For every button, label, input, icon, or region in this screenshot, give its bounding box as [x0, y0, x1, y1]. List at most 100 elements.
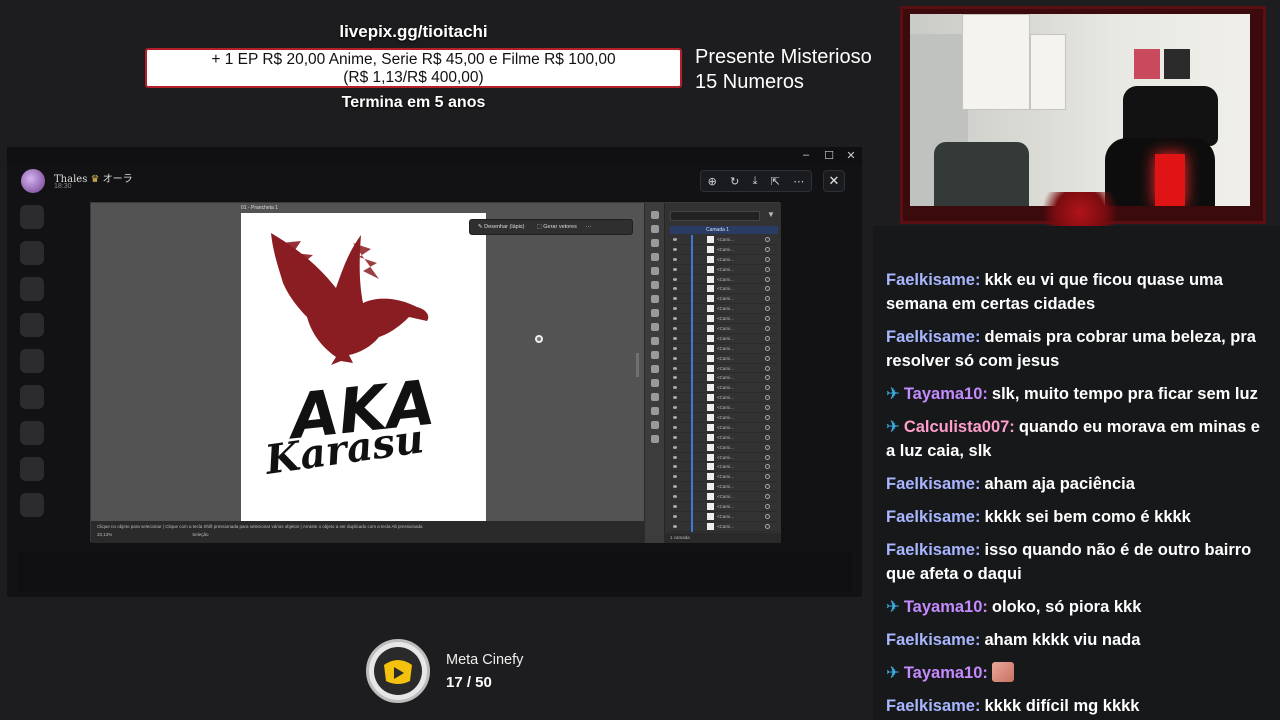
eye-icon[interactable] — [673, 267, 677, 271]
chat-username[interactable]: Tayama10: — [904, 598, 988, 616]
layer-group-header[interactable]: Camada 1 — [670, 226, 778, 234]
tool-icon[interactable] — [650, 225, 659, 233]
eye-icon[interactable] — [673, 406, 677, 410]
target-icon[interactable] — [765, 474, 770, 480]
eye-icon[interactable] — [673, 485, 677, 489]
server-icon[interactable] — [20, 493, 44, 517]
target-icon[interactable] — [765, 355, 770, 361]
target-icon[interactable] — [765, 316, 770, 322]
eye-icon[interactable] — [673, 425, 677, 429]
eye-icon[interactable] — [673, 386, 677, 390]
layer-row[interactable]: <Cami... — [670, 244, 778, 255]
layer-row[interactable]: <Cami... — [670, 363, 778, 374]
eye-icon[interactable] — [673, 396, 677, 400]
layer-row[interactable]: <Cami... — [670, 502, 778, 513]
chat-username[interactable]: Tayama10: — [904, 664, 988, 682]
eye-icon[interactable] — [673, 475, 677, 479]
layer-row[interactable]: <Cami... — [670, 511, 778, 522]
tool-icon[interactable] — [650, 211, 659, 219]
eye-icon[interactable] — [673, 356, 677, 360]
tool-icon[interactable] — [650, 393, 659, 401]
tool-icon[interactable] — [650, 281, 659, 289]
layer-row[interactable]: <Cami... — [670, 373, 778, 384]
minimize-icon[interactable]: – — [795, 149, 817, 161]
chat-username[interactable]: Faelkisame: — [886, 328, 980, 346]
target-icon[interactable] — [765, 405, 770, 411]
server-icon[interactable] — [20, 457, 44, 481]
target-icon[interactable] — [765, 375, 770, 381]
target-icon[interactable] — [765, 365, 770, 371]
eye-icon[interactable] — [673, 505, 677, 509]
avatar[interactable] — [21, 169, 45, 193]
server-icon[interactable] — [20, 277, 44, 301]
target-icon[interactable] — [765, 504, 770, 510]
status-mode[interactable]: Seleção — [192, 532, 208, 537]
eye-icon[interactable] — [673, 238, 677, 241]
eye-icon[interactable] — [673, 327, 677, 331]
tool-icon[interactable] — [650, 309, 659, 317]
layer-row[interactable]: <Cami... — [670, 343, 778, 354]
zoom-in-icon[interactable]: ⊕ — [708, 175, 717, 188]
layer-row[interactable]: <Cami... — [670, 353, 778, 364]
layer-row[interactable]: <Cami... — [670, 314, 778, 325]
tool-icon[interactable] — [650, 407, 659, 415]
layer-row[interactable]: <Cami... — [670, 324, 778, 335]
eye-icon[interactable] — [673, 514, 677, 518]
layer-row[interactable]: <Cami... — [670, 333, 778, 344]
eye-icon[interactable] — [673, 247, 677, 251]
eye-icon[interactable] — [673, 524, 677, 528]
eye-icon[interactable] — [673, 297, 677, 301]
eye-icon[interactable] — [673, 376, 677, 380]
chat-username[interactable]: Faelkisame: — [886, 271, 980, 289]
target-icon[interactable] — [765, 326, 770, 332]
layer-row[interactable]: <Cami... — [670, 235, 778, 245]
target-icon[interactable] — [765, 434, 770, 440]
maximize-icon[interactable]: ☐ — [818, 149, 840, 162]
eye-icon[interactable] — [673, 257, 677, 261]
chat-username[interactable]: Faelkisame: — [886, 697, 980, 715]
target-icon[interactable] — [765, 345, 770, 351]
artboard-tab[interactable]: 01 - Prancheta 1 — [241, 205, 278, 211]
vertical-scrollbar[interactable] — [636, 353, 639, 377]
target-icon[interactable] — [765, 523, 770, 529]
target-icon[interactable] — [765, 464, 770, 470]
artboard[interactable]: AKA Karasu — [241, 213, 486, 521]
eye-icon[interactable] — [673, 455, 677, 459]
target-icon[interactable] — [765, 424, 770, 430]
more-options-icon[interactable]: ⋯ — [586, 224, 592, 230]
close-window-icon[interactable]: ✕ — [840, 149, 862, 162]
layer-row[interactable]: <Cami... — [670, 294, 778, 305]
layer-row[interactable]: <Cami... — [670, 284, 778, 295]
layer-row[interactable]: <Cami... — [670, 413, 778, 424]
generate-vectors-button[interactable]: ⬚ Gerar vetores — [534, 223, 580, 231]
layer-row[interactable]: <Cami... — [670, 482, 778, 493]
close-viewer-button[interactable]: ✕ — [823, 170, 845, 192]
server-icon[interactable] — [20, 385, 44, 409]
target-icon[interactable] — [765, 484, 770, 490]
eye-icon[interactable] — [673, 435, 677, 439]
layer-row[interactable]: <Cami... — [670, 452, 778, 463]
eye-icon[interactable] — [673, 287, 677, 291]
tool-icon[interactable] — [650, 337, 659, 345]
layer-row[interactable]: <Cami... — [670, 274, 778, 285]
layer-row[interactable]: <Cami... — [670, 254, 778, 265]
layer-row[interactable]: <Cami... — [670, 304, 778, 315]
more-icon[interactable]: ⋯ — [793, 175, 804, 188]
eye-icon[interactable] — [673, 495, 677, 499]
chat-username[interactable]: Faelkisame: — [886, 631, 980, 649]
target-icon[interactable] — [765, 266, 770, 272]
target-icon[interactable] — [765, 335, 770, 341]
tool-icon[interactable] — [650, 253, 659, 261]
eye-icon[interactable] — [673, 416, 677, 420]
chat-username[interactable]: Tayama10: — [904, 385, 988, 403]
server-icon[interactable] — [20, 313, 44, 337]
tool-icon[interactable] — [650, 267, 659, 275]
download-icon[interactable]: ⤓ — [753, 175, 758, 188]
chat-username[interactable]: Faelkisame: — [886, 541, 980, 559]
target-icon[interactable] — [765, 444, 770, 450]
target-icon[interactable] — [765, 256, 770, 262]
eye-icon[interactable] — [673, 307, 677, 311]
chat-bubble-icon[interactable] — [650, 435, 659, 443]
eye-icon[interactable] — [673, 317, 677, 321]
layer-row[interactable]: <Cami... — [670, 383, 778, 394]
